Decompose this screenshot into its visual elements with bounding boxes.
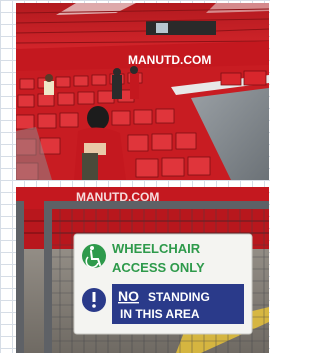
notice-line-2: IN THIS AREA — [120, 307, 200, 321]
wheelchair-access-sign: WHEELCHAIR ACCESS ONLY NO STANDING IN TH… — [73, 233, 253, 335]
notice-rest: STANDING — [148, 290, 210, 304]
banner-text: MANUTD.COM — [128, 53, 211, 67]
sign-line-1: WHEELCHAIR — [112, 241, 201, 256]
warning-icon — [82, 288, 106, 312]
stadium-stand-photo: MANUTD.COM — [16, 3, 269, 180]
notice-word: NO — [118, 288, 139, 304]
sign-line-2: ACCESS ONLY — [112, 260, 205, 275]
wheelchair-sign-photo: MANUTD.COM WHEELCHAIR ACCESS ONLY NO STA… — [16, 187, 269, 353]
wheelchair-icon — [82, 244, 106, 269]
